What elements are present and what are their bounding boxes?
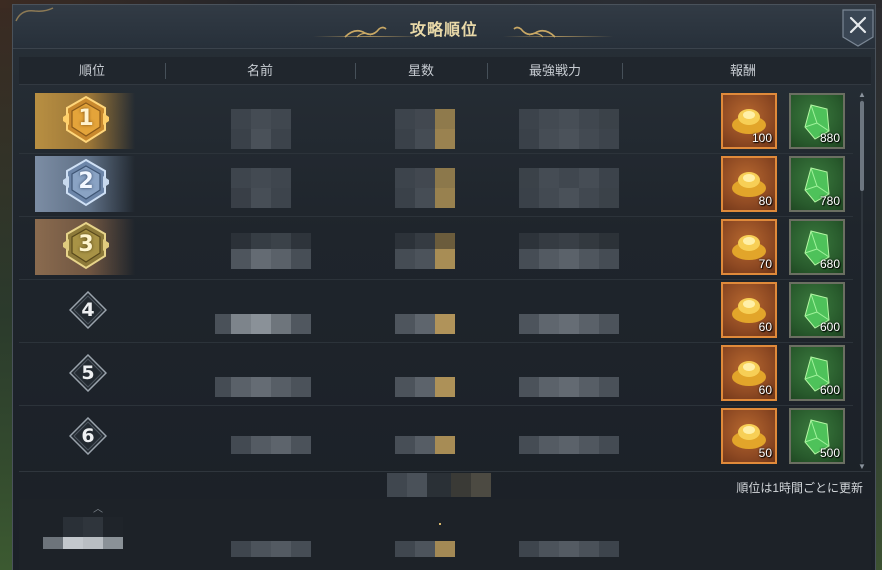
rank-number: 6	[81, 425, 95, 447]
reward-gold-ingot[interactable]: 100	[721, 93, 777, 149]
reward-quantity: 50	[758, 446, 772, 460]
diamond-rank-icon: 5	[68, 353, 108, 393]
diamond-rank-icon: 6	[68, 416, 108, 456]
reward-quantity: 100	[751, 131, 772, 145]
ranking-row-5[interactable]: 5 60 600	[19, 343, 853, 406]
gold-medal-icon: 1	[61, 95, 111, 145]
star-count-blurred	[395, 314, 455, 334]
my-power-blurred	[519, 541, 619, 557]
scroll-thumb[interactable]	[860, 101, 864, 191]
star-count-blurred	[395, 233, 455, 269]
indicator-dot	[439, 523, 441, 525]
reward-quantity: 70	[758, 257, 772, 271]
my-ranking-row[interactable]	[19, 499, 871, 570]
star-count-blurred	[395, 109, 455, 149]
reward-quantity: 680	[819, 257, 840, 271]
reward-quantity: 500	[819, 446, 840, 460]
star-count-blurred	[395, 168, 455, 208]
star-count-blurred	[395, 436, 455, 454]
rank-number: 4	[81, 299, 95, 321]
my-name-blurred	[231, 541, 311, 557]
rank-number: 2	[78, 169, 94, 194]
title-ornament-right-icon	[513, 26, 556, 38]
close-button[interactable]	[842, 9, 874, 47]
rank-number: 5	[81, 362, 95, 384]
reward-gold-ingot[interactable]: 50	[721, 408, 777, 464]
column-header-rank: 順位	[78, 63, 105, 78]
ranking-row-2[interactable]: 2 80 780	[19, 154, 853, 217]
silver-medal-icon: 2	[61, 158, 111, 208]
player-name-blurred	[231, 109, 291, 149]
reward-quantity: 80	[758, 194, 772, 208]
expand-up-arrow-icon[interactable]: ︿	[91, 505, 105, 515]
scroll-up-arrow-icon[interactable]: ▲	[857, 91, 867, 99]
reward-quantity: 60	[758, 320, 772, 334]
ranking-update-note: 順位は1時間ごとに更新	[736, 481, 863, 495]
reward-gold-ingot[interactable]: 80	[721, 156, 777, 212]
reward-quantity: 600	[819, 320, 840, 334]
player-name-blurred	[231, 233, 311, 269]
column-header-stars: 星数	[407, 63, 434, 78]
player-name-blurred	[215, 377, 311, 397]
ranking-row-6[interactable]: 6 50 500	[19, 406, 853, 469]
ranking-row-3[interactable]: 3 70 680	[19, 217, 853, 280]
reward-quantity: 600	[819, 383, 840, 397]
column-header-name: 名前	[246, 63, 273, 78]
reward-quantity: 780	[819, 194, 840, 208]
scroll-down-arrow-icon[interactable]: ▼	[857, 463, 867, 471]
max-power-blurred	[519, 233, 619, 269]
window-title: 攻略順位	[409, 22, 478, 39]
star-count-blurred	[395, 377, 455, 397]
player-name-blurred	[215, 314, 311, 334]
max-power-blurred	[519, 109, 619, 149]
ranking-panel: 攻略順位 順位 名前 星数 最強戦力 報酬 1 100 880 2 80 780…	[12, 4, 876, 570]
overlay-blurred	[387, 473, 491, 497]
reward-green-crystal[interactable]: 500	[789, 408, 845, 464]
close-icon	[842, 9, 874, 47]
ranking-row-4[interactable]: 4 60 600	[19, 280, 853, 343]
my-rank-blurred	[43, 517, 123, 551]
reward-quantity: 880	[819, 131, 840, 145]
max-power-blurred	[519, 314, 619, 334]
reward-green-crystal[interactable]: 680	[789, 219, 845, 275]
rank-number: 3	[78, 232, 94, 257]
max-power-blurred	[519, 377, 619, 397]
player-name-blurred	[231, 168, 291, 208]
bronze-medal-icon: 3	[61, 221, 111, 271]
player-name-blurred	[231, 436, 311, 454]
ranking-row-1[interactable]: 1 100 880	[19, 91, 853, 154]
column-header-power: 最強戦力	[528, 63, 581, 78]
title-bar: 攻略順位	[13, 5, 875, 49]
reward-green-crystal[interactable]: 880	[789, 93, 845, 149]
column-header-row: 順位 名前 星数 最強戦力 報酬	[19, 57, 871, 85]
ranking-scrollbar[interactable]: ▲ ▼	[857, 91, 867, 471]
column-header-reward: 報酬	[729, 63, 756, 78]
reward-green-crystal[interactable]: 600	[789, 345, 845, 401]
reward-gold-ingot[interactable]: 60	[721, 345, 777, 401]
reward-green-crystal[interactable]: 780	[789, 156, 845, 212]
diamond-rank-icon: 4	[68, 290, 108, 330]
reward-gold-ingot[interactable]: 60	[721, 282, 777, 338]
reward-gold-ingot[interactable]: 70	[721, 219, 777, 275]
my-stars-blurred	[395, 541, 455, 557]
footer-divider	[19, 471, 871, 472]
reward-green-crystal[interactable]: 600	[789, 282, 845, 338]
reward-quantity: 60	[758, 383, 772, 397]
rank-number: 1	[78, 106, 94, 131]
max-power-blurred	[519, 436, 619, 454]
max-power-blurred	[519, 168, 619, 208]
